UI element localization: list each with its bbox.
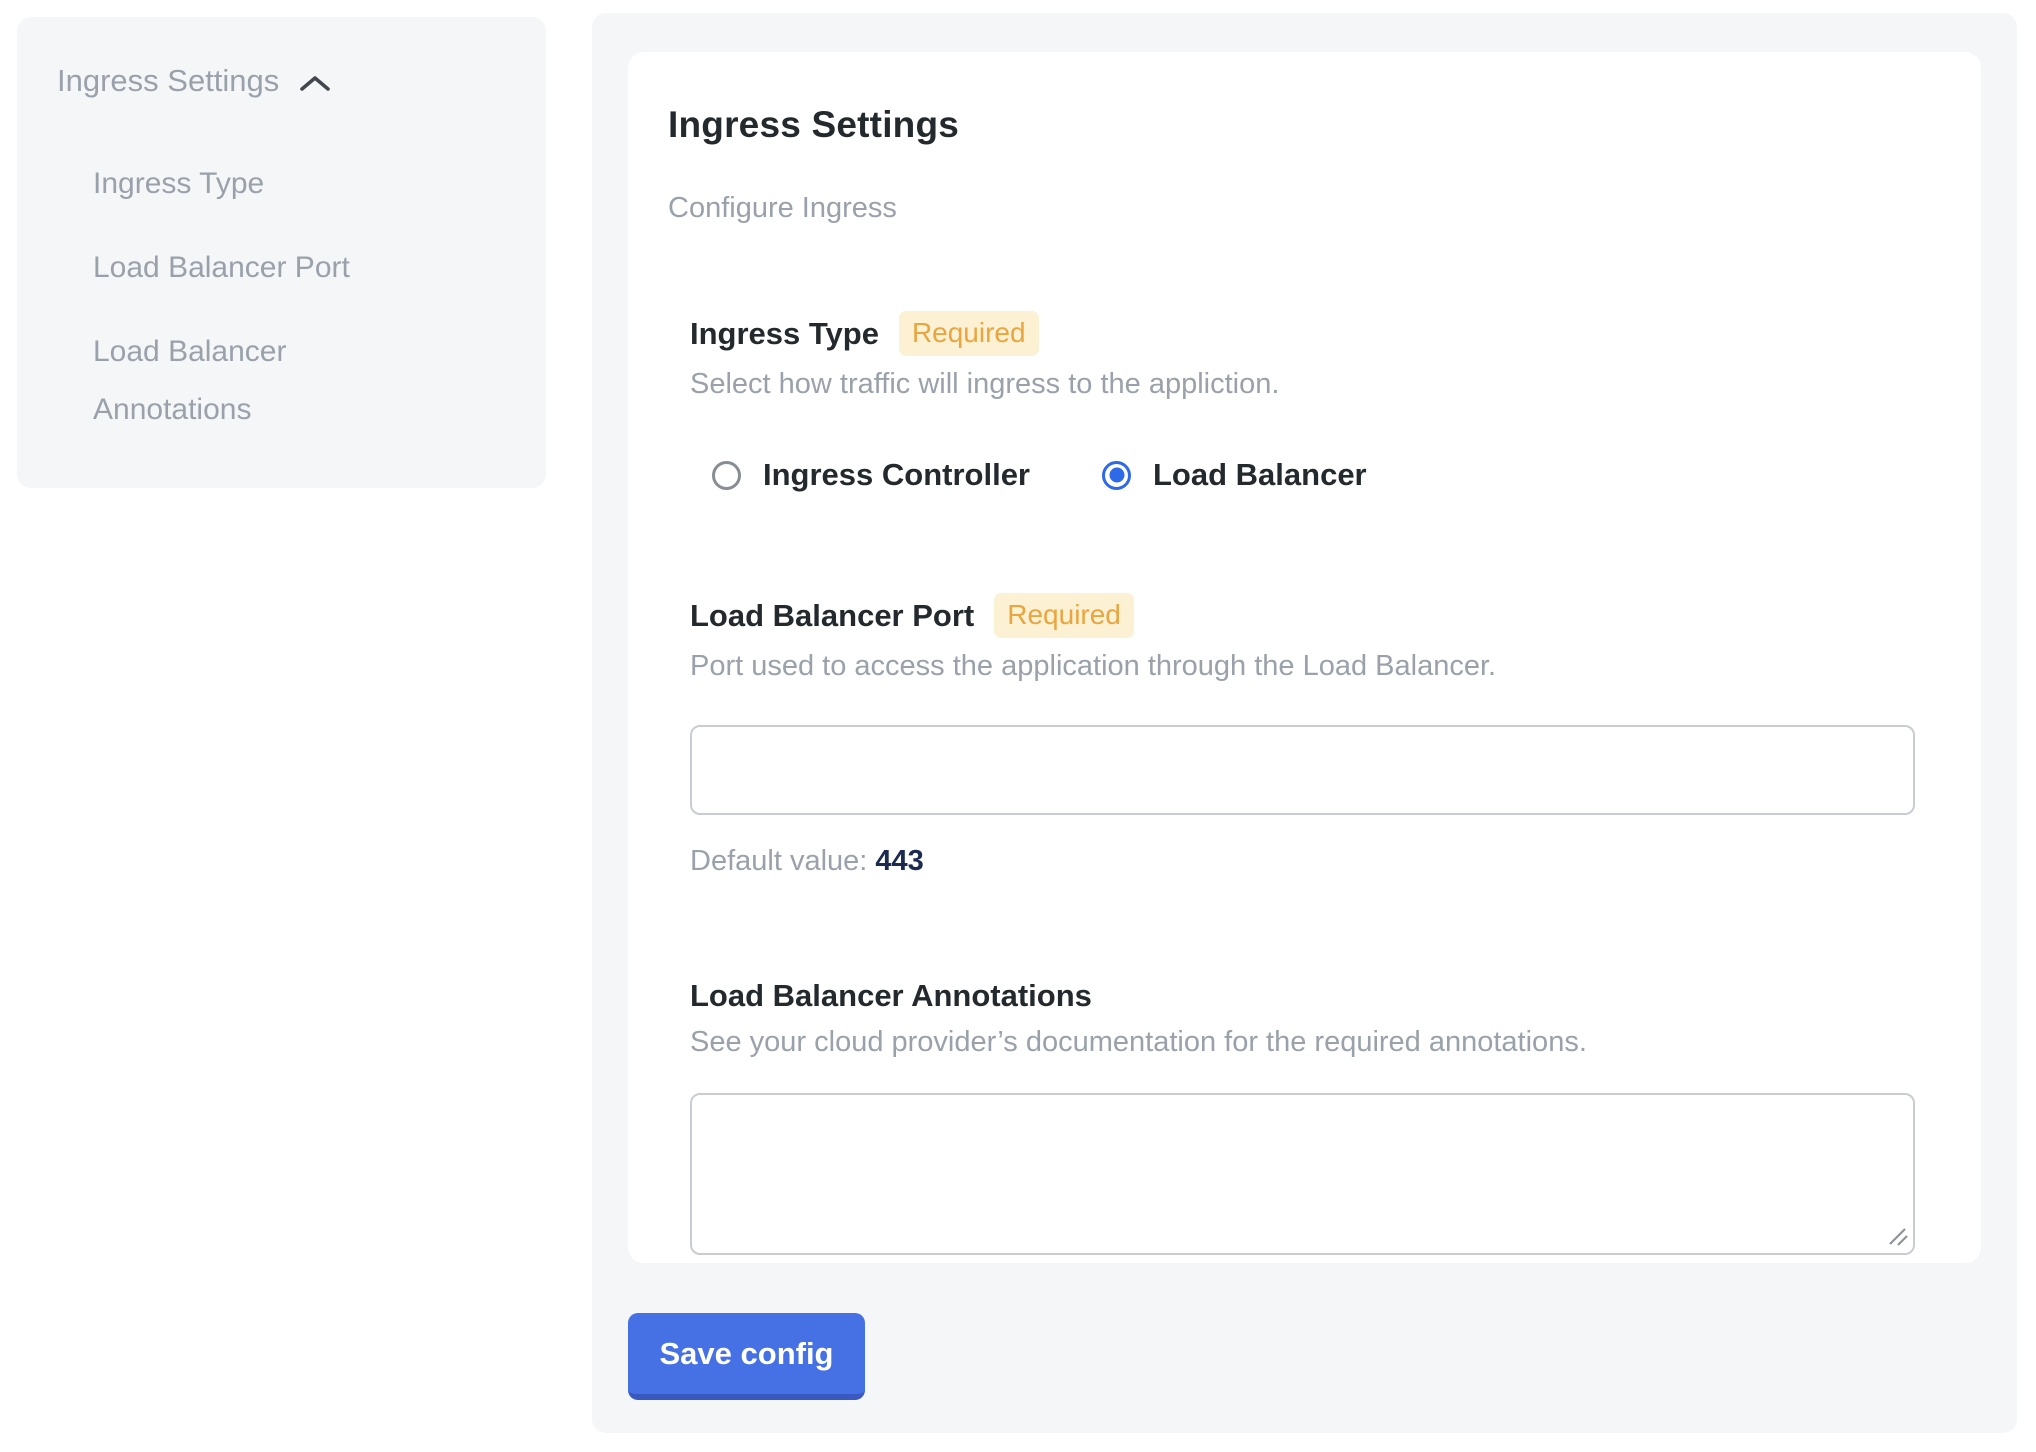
sidebar-group-label: Ingress Settings: [57, 63, 279, 99]
load-balancer-port-label: Load Balancer Port: [690, 598, 974, 634]
ingress-type-label: Ingress Type: [690, 316, 879, 352]
chevron-up-icon: [299, 74, 331, 92]
settings-nav-sidebar: Ingress Settings Ingress Type Load Balan…: [17, 17, 546, 488]
ingress-settings-card: Ingress Settings Configure Ingress Ingre…: [628, 52, 1981, 1263]
radio-option-load-balancer[interactable]: Load Balancer: [1102, 457, 1367, 493]
page-subtitle: Configure Ingress: [668, 192, 1915, 225]
radio-unselected-icon[interactable]: [712, 461, 741, 490]
default-value-label: Default value:: [690, 845, 867, 877]
radio-option-ingress-controller[interactable]: Ingress Controller: [712, 457, 1030, 493]
load-balancer-annotations-textarea[interactable]: [690, 1093, 1915, 1255]
load-balancer-annotations-label: Load Balancer Annotations: [690, 978, 1092, 1014]
ingress-type-description: Select how traffic will ingress to the a…: [690, 368, 1915, 401]
sidebar-item-load-balancer-port[interactable]: Load Balancer Port: [93, 239, 403, 297]
required-badge: Required: [994, 593, 1134, 638]
load-balancer-port-description: Port used to access the application thro…: [690, 650, 1915, 683]
section-ingress-type: Ingress Type Required Select how traffic…: [690, 311, 1915, 493]
load-balancer-annotations-description: See your cloud provider’s documentation …: [690, 1026, 1915, 1059]
sidebar-group-ingress-settings[interactable]: Ingress Settings: [57, 63, 516, 99]
section-load-balancer-annotations: Load Balancer Annotations See your cloud…: [690, 978, 1915, 1255]
resize-handle-icon[interactable]: [1887, 1225, 1909, 1247]
page-title: Ingress Settings: [668, 104, 1915, 146]
section-load-balancer-port: Load Balancer Port Required Port used to…: [690, 593, 1915, 878]
ingress-type-radio-group: Ingress Controller Load Balancer: [712, 457, 1915, 493]
save-config-button[interactable]: Save config: [628, 1313, 865, 1400]
load-balancer-port-input[interactable]: [690, 725, 1915, 815]
radio-selected-icon[interactable]: [1102, 461, 1131, 490]
annotations-textarea-wrap: [690, 1093, 1915, 1255]
sidebar-item-list: Ingress Type Load Balancer Port Load Bal…: [93, 155, 403, 439]
radio-label-ingress-controller[interactable]: Ingress Controller: [763, 457, 1030, 493]
sidebar-item-load-balancer-annotations[interactable]: Load Balancer Annotations: [93, 323, 403, 439]
radio-label-load-balancer[interactable]: Load Balancer: [1153, 457, 1367, 493]
default-value: 443: [875, 845, 923, 877]
page: Ingress Settings Ingress Type Load Balan…: [0, 0, 2036, 1452]
default-value-line: Default value:443: [690, 845, 1915, 878]
required-badge: Required: [899, 311, 1039, 356]
main-panel: Ingress Settings Configure Ingress Ingre…: [592, 13, 2017, 1433]
sidebar-item-ingress-type[interactable]: Ingress Type: [93, 155, 403, 213]
